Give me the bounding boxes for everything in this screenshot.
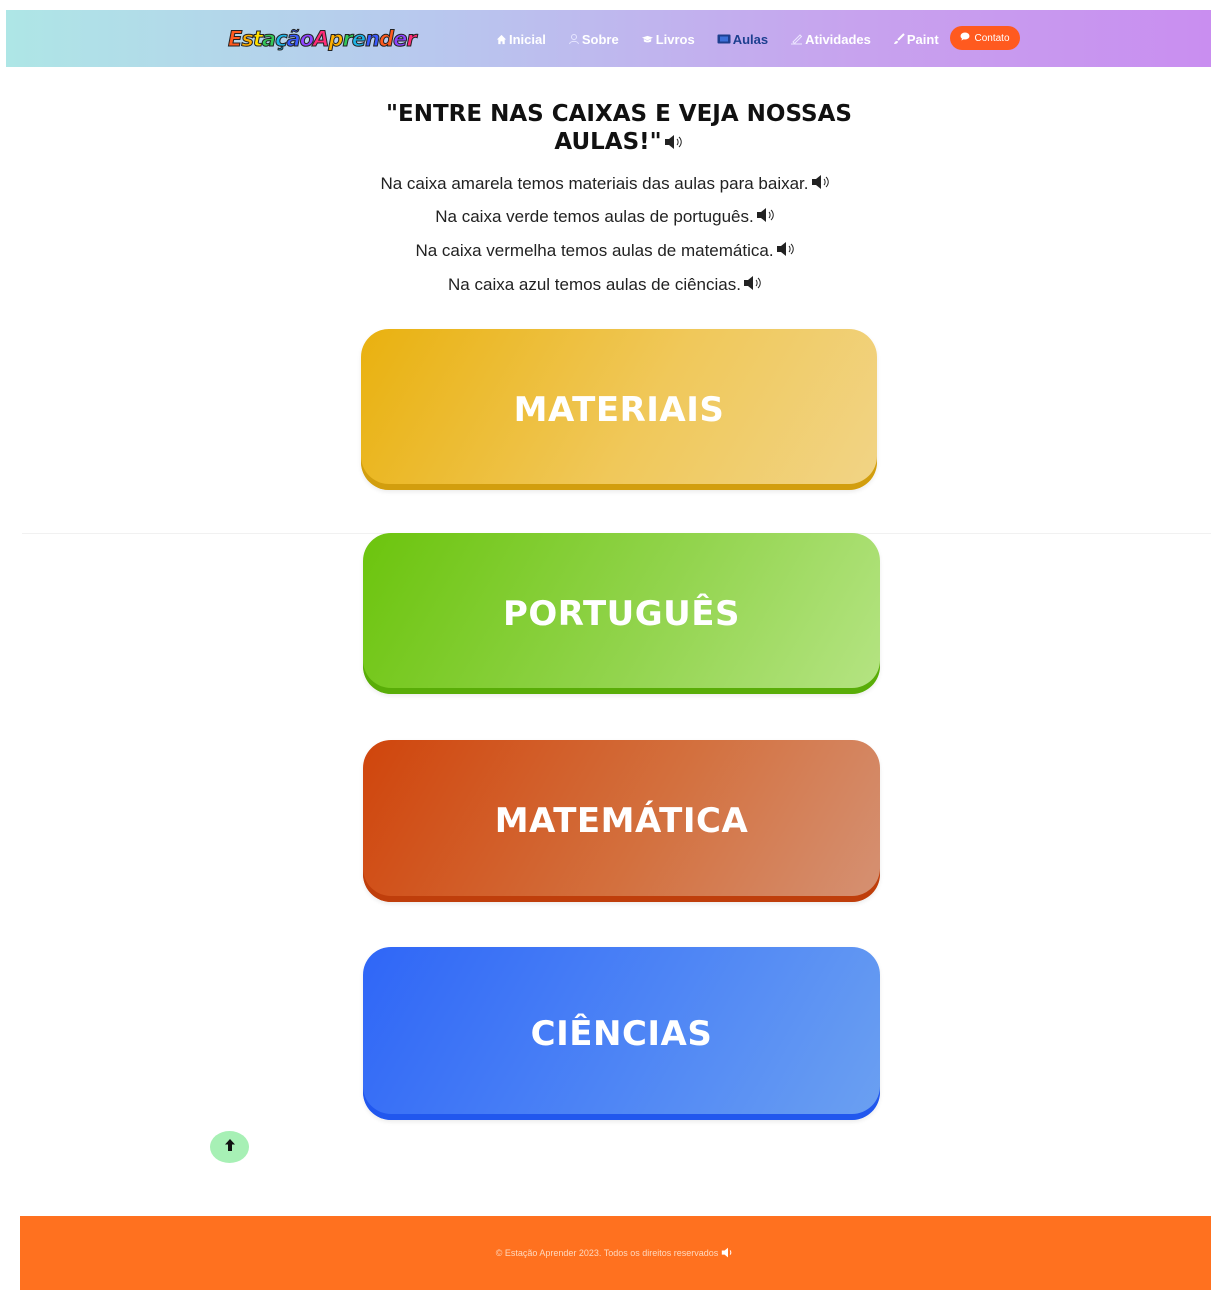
logo-letter: r <box>342 27 353 52</box>
description-text: Na caixa amarela temos materiais das aul… <box>380 174 809 193</box>
logo-letter: p <box>328 27 344 52</box>
site-logo[interactable]: EstaçãoAprender <box>227 24 417 54</box>
nav-item-aulas[interactable]: Aulas <box>717 32 768 47</box>
back-to-top-button[interactable] <box>210 1131 249 1163</box>
logo-letter: o <box>299 27 315 52</box>
description-text: Na caixa vermelha temos aulas de matemát… <box>415 241 774 260</box>
description-line: Na caixa amarela temos materiais das aul… <box>0 172 1211 196</box>
description-text: Na caixa verde temos aulas de português. <box>435 207 754 226</box>
video-icon <box>717 34 731 44</box>
materiais-box-button[interactable]: MATERIAIS <box>361 329 877 490</box>
nav-label-atividades: Atividades <box>805 31 871 47</box>
logo-letter: n <box>365 27 381 52</box>
brush-icon <box>893 33 905 45</box>
logo-letter: e <box>351 27 366 52</box>
logo-letter: r <box>406 27 417 52</box>
nav-label-aulas: Aulas <box>732 31 769 47</box>
contact-label: Contato <box>974 32 1010 44</box>
speaker-icon[interactable] <box>811 173 831 197</box>
description-line: Na caixa azul temos aulas de ciências. <box>0 273 1211 297</box>
ciencias-box-button[interactable]: CIÊNCIAS <box>363 947 880 1120</box>
logo-letter: ã <box>286 27 301 52</box>
speaker-icon[interactable] <box>721 1247 735 1260</box>
chat-bubble-icon <box>960 32 970 44</box>
speaker-icon[interactable] <box>756 206 776 230</box>
description-line: Na caixa vermelha temos aulas de matemát… <box>0 239 1211 263</box>
copyright-text: © Estação Aprender 2023. Todos os direit… <box>495 1248 719 1258</box>
logo-letter: E <box>227 27 242 52</box>
nav-item-paint[interactable]: Paint <box>893 32 939 47</box>
logo-letter: t <box>252 27 263 52</box>
footer-text-row: © Estação Aprender 2023. Todos os direit… <box>496 1247 736 1260</box>
navbar: EstaçãoAprender Inicial Sobre Livros Aul… <box>6 10 1211 67</box>
logo-letter: A <box>313 27 330 52</box>
logo-letter: e <box>393 27 408 52</box>
portugues-box-label: PORTUGUÊS <box>502 593 740 634</box>
speaker-icon[interactable] <box>664 129 684 157</box>
nav-label-paint: Paint <box>906 31 939 47</box>
logo-letter: ç <box>275 27 289 52</box>
nav-item-atividades[interactable]: Atividades <box>790 32 871 47</box>
pencil-paper-icon <box>790 33 803 45</box>
home-icon <box>496 34 507 45</box>
nav-item-sobre[interactable]: Sobre <box>568 32 619 47</box>
contact-button[interactable]: Contato <box>950 26 1020 50</box>
matematica-box-label: MATEMÁTICA <box>494 801 749 841</box>
nav-item-inicial[interactable]: Inicial <box>496 32 546 47</box>
page-title: "ENTRE NAS CAIXAS E VEJA NOSSAS AULAS!" <box>380 100 858 157</box>
materiais-box-label: MATERIAIS <box>513 389 725 430</box>
user-icon <box>568 33 580 45</box>
nav-label-livros: Livros <box>655 31 695 47</box>
ciencias-box-label: CIÊNCIAS <box>530 1013 713 1054</box>
speaker-icon[interactable] <box>776 240 796 264</box>
arrow-up-icon <box>224 1138 236 1157</box>
nav-item-livros[interactable]: Livros <box>641 32 695 47</box>
nav-menu: Inicial Sobre Livros Aulas Atividades Pa… <box>496 28 961 50</box>
footer: © Estação Aprender 2023. Todos os direit… <box>20 1216 1211 1290</box>
speaker-icon[interactable] <box>743 274 763 298</box>
logo-letter: a <box>261 27 276 52</box>
page-title-line-1: "ENTRE NAS CAIXAS E VEJA NOSSAS <box>386 101 852 127</box>
logo-letter: d <box>379 27 395 52</box>
book-icon <box>641 34 654 45</box>
page-title-line-2: AULAS!" <box>554 129 662 155</box>
description-line: Na caixa verde temos aulas de português. <box>0 205 1211 229</box>
portugues-box-button[interactable]: PORTUGUÊS <box>363 533 880 694</box>
description-text: Na caixa azul temos aulas de ciências. <box>448 275 741 294</box>
matematica-box-button[interactable]: MATEMÁTICA <box>363 740 880 902</box>
logo-letter: s <box>241 27 254 52</box>
nav-label-sobre: Sobre <box>581 31 619 47</box>
nav-label-inicial: Inicial <box>509 31 546 47</box>
